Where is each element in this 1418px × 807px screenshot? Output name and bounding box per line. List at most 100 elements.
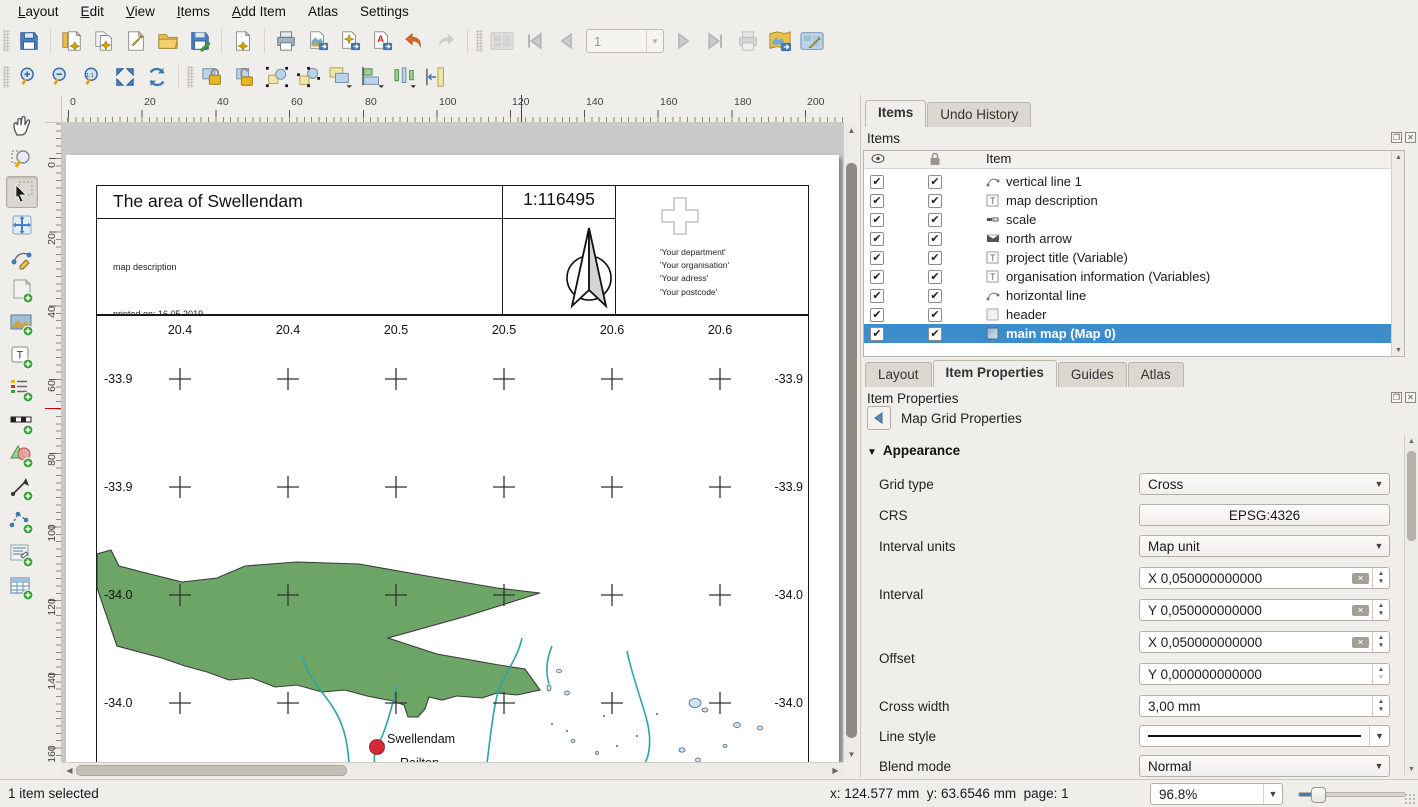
visibility-checkbox[interactable]: ✔ — [870, 232, 884, 246]
add-html-icon[interactable] — [6, 539, 38, 571]
item-row-map-description[interactable]: ✔✔ T map description — [864, 191, 1404, 210]
align-items-button[interactable] — [359, 63, 387, 91]
resize-items-button[interactable] — [423, 63, 451, 91]
menu-settings[interactable]: Settings — [350, 2, 419, 21]
scroll-up-icon[interactable]: ▲ — [1405, 435, 1418, 447]
close-panel-icon[interactable]: ✕ — [1405, 132, 1416, 143]
item-row-project-title[interactable]: ✔✔ T project title (Variable) — [864, 248, 1404, 267]
zoom-out-button[interactable] — [47, 63, 75, 91]
float-panel-icon[interactable]: ❐ — [1391, 132, 1402, 143]
scroll-down-icon[interactable]: ▼ — [1392, 344, 1405, 356]
atlas-page-spinbox[interactable]: 1 ▼ — [586, 29, 664, 53]
layout-canvas[interactable]: The area of Swellendam 1:116495 map desc… — [62, 123, 843, 762]
visibility-column-eye-icon[interactable] — [871, 152, 885, 168]
offset-x-input[interactable]: X 0,050000000000 ✕ ▲▼ — [1139, 631, 1390, 653]
distribute-items-button[interactable] — [391, 63, 419, 91]
visibility-checkbox[interactable]: ✔ — [870, 194, 884, 208]
scrollbar-thumb[interactable] — [1407, 451, 1416, 541]
scroll-down-icon[interactable]: ▼ — [844, 747, 859, 762]
add-page-icon[interactable] — [6, 275, 38, 307]
item-row-header[interactable]: ✔✔ header — [864, 305, 1404, 324]
visibility-checkbox[interactable]: ✔ — [870, 213, 884, 227]
tab-guides[interactable]: Guides — [1058, 362, 1127, 387]
print-atlas-button[interactable] — [734, 27, 762, 55]
scroll-right-icon[interactable]: ▶ — [828, 763, 843, 778]
section-appearance[interactable]: ▼Appearance — [867, 443, 960, 458]
zoom-slider-handle[interactable] — [1311, 787, 1326, 803]
tab-layout[interactable]: Layout — [865, 362, 932, 387]
scrollbar-thumb[interactable] — [846, 163, 857, 738]
tab-items[interactable]: Items — [865, 100, 926, 127]
lock-checkbox[interactable]: ✔ — [928, 308, 942, 322]
item-row-vertical-line-1[interactable]: ✔✔ vertical line 1 — [864, 172, 1404, 191]
add-node-item-icon[interactable] — [6, 506, 38, 538]
redo-button[interactable] — [432, 27, 460, 55]
close-panel-icon[interactable]: ✕ — [1405, 392, 1416, 403]
lock-checkbox[interactable]: ✔ — [928, 270, 942, 284]
cross-width-input[interactable]: 3,00 mm ▲▼ — [1139, 695, 1390, 717]
resize-grip[interactable] — [1404, 793, 1416, 805]
select-move-item-icon[interactable] — [6, 176, 38, 208]
add-scalebar-icon[interactable] — [6, 407, 38, 439]
item-row-organisation-information[interactable]: ✔✔ T organisation information (Variables… — [864, 267, 1404, 286]
add-label-icon[interactable]: T — [6, 341, 38, 373]
zoom-full-button[interactable] — [111, 63, 139, 91]
visibility-checkbox[interactable]: ✔ — [870, 327, 884, 341]
ungroup-items-button[interactable] — [295, 63, 323, 91]
items-tree[interactable]: Item ✔✔ vertical line 1 ✔✔ T map descrip… — [863, 150, 1405, 357]
menu-add-item[interactable]: Add Item — [222, 2, 296, 21]
menu-atlas[interactable]: Atlas — [298, 2, 348, 21]
grid-type-select[interactable]: Cross▼ — [1139, 473, 1390, 495]
item-column-header[interactable]: Item — [986, 151, 1011, 166]
crosshair-placeholder-icon[interactable] — [661, 197, 699, 235]
visibility-checkbox[interactable]: ✔ — [870, 308, 884, 322]
line-style-button[interactable]: ▼ — [1139, 725, 1390, 747]
lock-checkbox[interactable]: ✔ — [928, 194, 942, 208]
visibility-checkbox[interactable]: ✔ — [870, 175, 884, 189]
last-feature-button[interactable] — [702, 27, 730, 55]
move-item-content-icon[interactable] — [6, 209, 38, 241]
item-row-horizontal-line[interactable]: ✔✔ horizontal line — [864, 286, 1404, 305]
toolbar-grip[interactable] — [3, 30, 10, 52]
clear-value-icon[interactable]: ✕ — [1352, 605, 1369, 616]
back-button[interactable] — [867, 406, 891, 430]
previous-feature-button[interactable] — [552, 27, 580, 55]
add-shape-icon[interactable] — [6, 440, 38, 472]
raise-items-button[interactable] — [327, 63, 355, 91]
duplicate-layout-button[interactable] — [90, 27, 118, 55]
chevron-down-icon[interactable]: ▼ — [646, 30, 663, 52]
zoom-tool-icon[interactable] — [6, 143, 38, 175]
tree-scrollbar[interactable]: ▲ ▼ — [1391, 151, 1404, 356]
lock-checkbox[interactable]: ✔ — [928, 175, 942, 189]
spinner-arrows[interactable]: ▲▼ — [1372, 696, 1389, 716]
menu-items[interactable]: Items — [167, 2, 220, 21]
float-panel-icon[interactable]: ❐ — [1391, 392, 1402, 403]
lock-checkbox[interactable]: ✔ — [928, 232, 942, 246]
header-item[interactable]: The area of Swellendam 1:116495 map desc… — [96, 185, 809, 315]
add-items-from-template-button[interactable] — [229, 27, 257, 55]
lock-checkbox[interactable]: ✔ — [928, 327, 942, 341]
lock-checkbox[interactable]: ✔ — [928, 251, 942, 265]
add-picture-icon[interactable] — [6, 308, 38, 340]
offset-y-input[interactable]: Y 0,000000000000 ▲▼ — [1139, 663, 1390, 685]
pan-icon[interactable] — [6, 110, 38, 142]
tab-atlas[interactable]: Atlas — [1128, 362, 1184, 387]
chevron-down-icon[interactable]: ▼ — [1263, 784, 1282, 804]
export-atlas-button[interactable] — [766, 27, 794, 55]
menu-layout[interactable]: Layout — [8, 2, 69, 21]
interval-units-select[interactable]: Map unit▼ — [1139, 535, 1390, 557]
spinner-arrows[interactable]: ▲▼ — [1372, 600, 1389, 620]
clear-value-icon[interactable]: ✕ — [1352, 637, 1369, 648]
refresh-icon[interactable] — [143, 63, 171, 91]
visibility-checkbox[interactable]: ✔ — [870, 270, 884, 284]
lock-items-button[interactable] — [199, 63, 227, 91]
zoom-actual-button[interactable]: 1:1 — [79, 63, 107, 91]
item-row-north-arrow[interactable]: ✔✔ north arrow — [864, 229, 1404, 248]
north-arrow[interactable] — [560, 226, 618, 312]
preview-atlas-button[interactable] — [488, 27, 516, 55]
edit-nodes-icon[interactable] — [6, 242, 38, 274]
zoom-slider[interactable] — [1298, 792, 1406, 797]
unlock-items-button[interactable] — [231, 63, 259, 91]
canvas-horizontal-scrollbar[interactable]: ◀ ▶ — [62, 762, 843, 777]
blend-mode-select[interactable]: Normal▼ — [1139, 755, 1390, 777]
